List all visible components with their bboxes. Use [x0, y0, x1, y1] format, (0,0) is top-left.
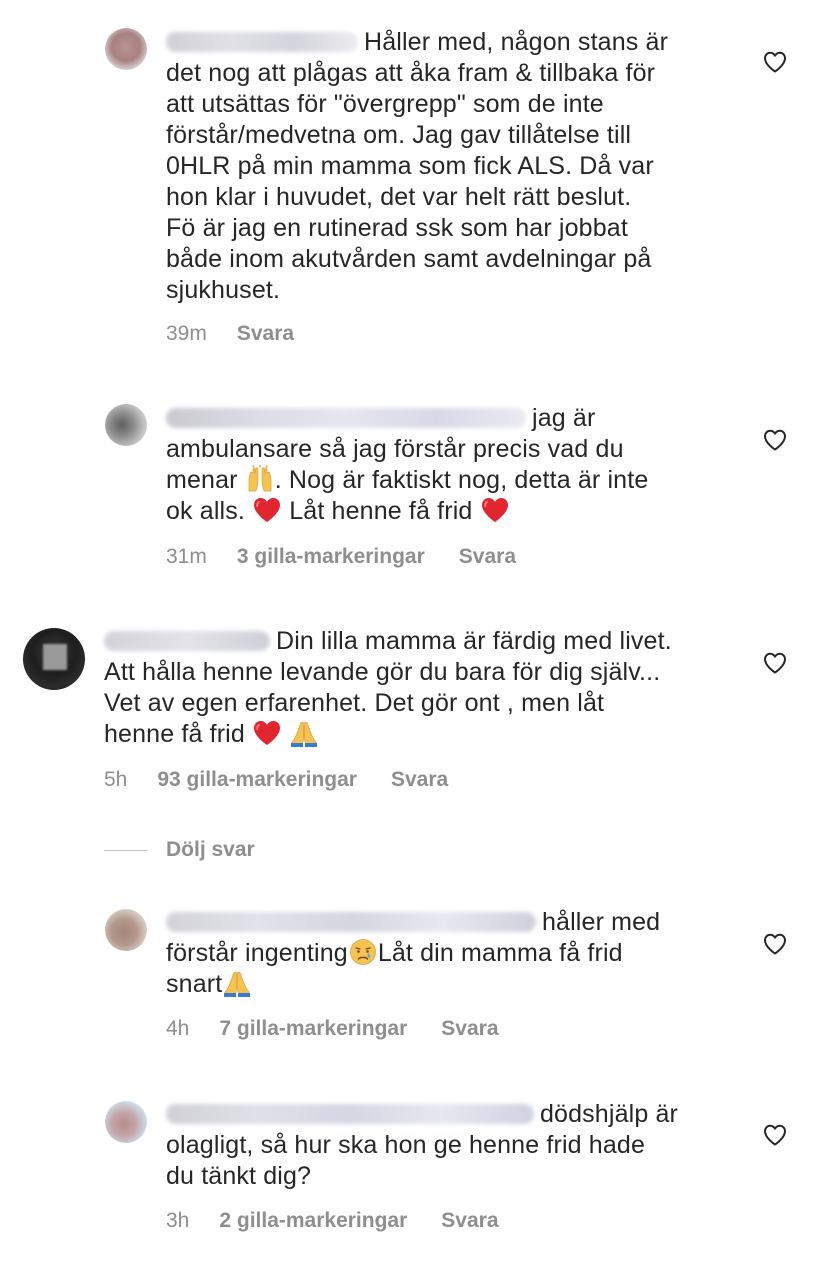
comment-line: Din lilla mamma är färdig med livet.	[276, 627, 672, 655]
red-heart-emoji	[252, 719, 282, 747]
comment-line: du tänkt dig?	[166, 1162, 312, 1190]
likes-count[interactable]: 7 gilla-markeringar	[219, 1017, 407, 1040]
reply-button[interactable]: Svara	[441, 1209, 498, 1232]
comment-line: jag är	[532, 404, 596, 432]
heart-outline-icon[interactable]	[763, 652, 787, 674]
comment-time: 5h	[104, 768, 128, 791]
heart-outline-icon[interactable]	[763, 1124, 787, 1146]
red-heart-emoji	[480, 496, 510, 524]
comment-line: . Nog är faktiskt nog, detta är inte	[274, 466, 649, 494]
folded-hands-emoji	[289, 719, 319, 747]
hide-replies-label[interactable]: Dölj svar	[166, 838, 255, 861]
reply-button[interactable]: Svara	[459, 545, 516, 568]
avatar[interactable]	[105, 404, 147, 446]
comment-line: menar	[166, 466, 238, 494]
reply-button[interactable]: Svara	[441, 1017, 498, 1040]
divider-line	[104, 849, 148, 851]
comment-line: förstår/medvetna om. Jag gav tillåtelse …	[166, 121, 632, 149]
avatar[interactable]	[23, 628, 85, 690]
comment-text: Håller med, någon stans är det nog att p…	[166, 27, 756, 306]
comment-line: snart	[166, 970, 223, 998]
comment-text: Din lilla mamma är färdig med livet. Att…	[104, 626, 764, 750]
comment-line: ambulansare så jag förstår precis vad du	[166, 435, 624, 463]
comment-line: Fö är jag en rutinerad ssk som har jobba…	[166, 214, 628, 242]
comment-line: Att hålla henne levande gör du bara för …	[104, 658, 661, 686]
raising-hands-emoji	[245, 465, 275, 493]
comment-line: Håller med, någon stans är	[364, 28, 669, 56]
blurred-username[interactable]	[166, 1104, 534, 1124]
blurred-username[interactable]	[166, 912, 536, 932]
comment-line: olagligt, så hur ska hon ge henne frid h…	[166, 1131, 646, 1159]
comment-line: Vet av egen erfarenhet. Det gör ont , me…	[104, 689, 605, 717]
avatar[interactable]	[105, 28, 147, 70]
avatar[interactable]	[105, 909, 147, 951]
blurred-username[interactable]	[166, 408, 526, 428]
avatar[interactable]	[105, 1101, 147, 1143]
likes-count[interactable]: 2 gilla-markeringar	[219, 1209, 407, 1232]
comment-line: att utsättas för "övergrepp" som de inte	[166, 90, 604, 118]
comment-line: dödshjälp är	[540, 1100, 679, 1128]
blurred-username[interactable]	[166, 32, 358, 52]
comment-text: jag är ambulansare så jag förstår precis…	[166, 403, 756, 527]
comment-time: 3h	[166, 1209, 190, 1232]
comment-time: 31m	[166, 545, 207, 568]
comment-meta: 39m Svara	[166, 321, 294, 347]
comment-line: sjukhuset.	[166, 276, 281, 304]
folded-hands-emoji	[222, 969, 252, 997]
red-heart-emoji	[252, 496, 282, 524]
hide-replies-toggle[interactable]: Dölj svar	[104, 838, 255, 864]
reply-button[interactable]: Svara	[391, 768, 448, 791]
comment-line: förstår ingenting	[166, 939, 348, 967]
crying-face-emoji	[348, 938, 378, 966]
comment-meta: 4h 7 gilla-markeringar Svara	[166, 1016, 499, 1042]
comment-line: både inom akutvården samt avdelningar på	[166, 245, 652, 273]
comment-line: håller med	[542, 908, 661, 936]
heart-outline-icon[interactable]	[763, 429, 787, 451]
comment-line: henne få frid	[104, 720, 245, 748]
reply-button[interactable]: Svara	[237, 322, 294, 345]
comment-line: det nog att plågas att åka fram & tillba…	[166, 59, 656, 87]
comment-time: 4h	[166, 1017, 190, 1040]
comment-line: Låt henne få frid	[289, 497, 473, 525]
likes-count[interactable]: 93 gilla-markeringar	[157, 768, 357, 791]
comment-meta: 3h 2 gilla-markeringar Svara	[166, 1208, 499, 1234]
comment-meta: 31m 3 gilla-markeringar Svara	[166, 544, 516, 570]
comment-meta: 5h 93 gilla-markeringar Svara	[104, 767, 448, 793]
avatar-face	[43, 644, 67, 670]
comment-time: 39m	[166, 322, 207, 345]
blurred-username[interactable]	[104, 631, 270, 651]
comment-line: ok alls.	[166, 497, 246, 525]
heart-outline-icon[interactable]	[763, 51, 787, 73]
likes-count[interactable]: 3 gilla-markeringar	[237, 545, 425, 568]
comment-line: hon klar i huvudet, det var helt rätt be…	[166, 183, 632, 211]
comment-text: dödshjälp är olagligt, så hur ska hon ge…	[166, 1099, 756, 1192]
comment-line: Låt din mamma få frid	[377, 939, 623, 967]
comment-line: 0HLR på min mamma som fick ALS. Då var	[166, 152, 654, 180]
heart-outline-icon[interactable]	[763, 933, 787, 955]
comment-text: håller med förstår ingenting Låt din mamm…	[166, 907, 756, 1000]
